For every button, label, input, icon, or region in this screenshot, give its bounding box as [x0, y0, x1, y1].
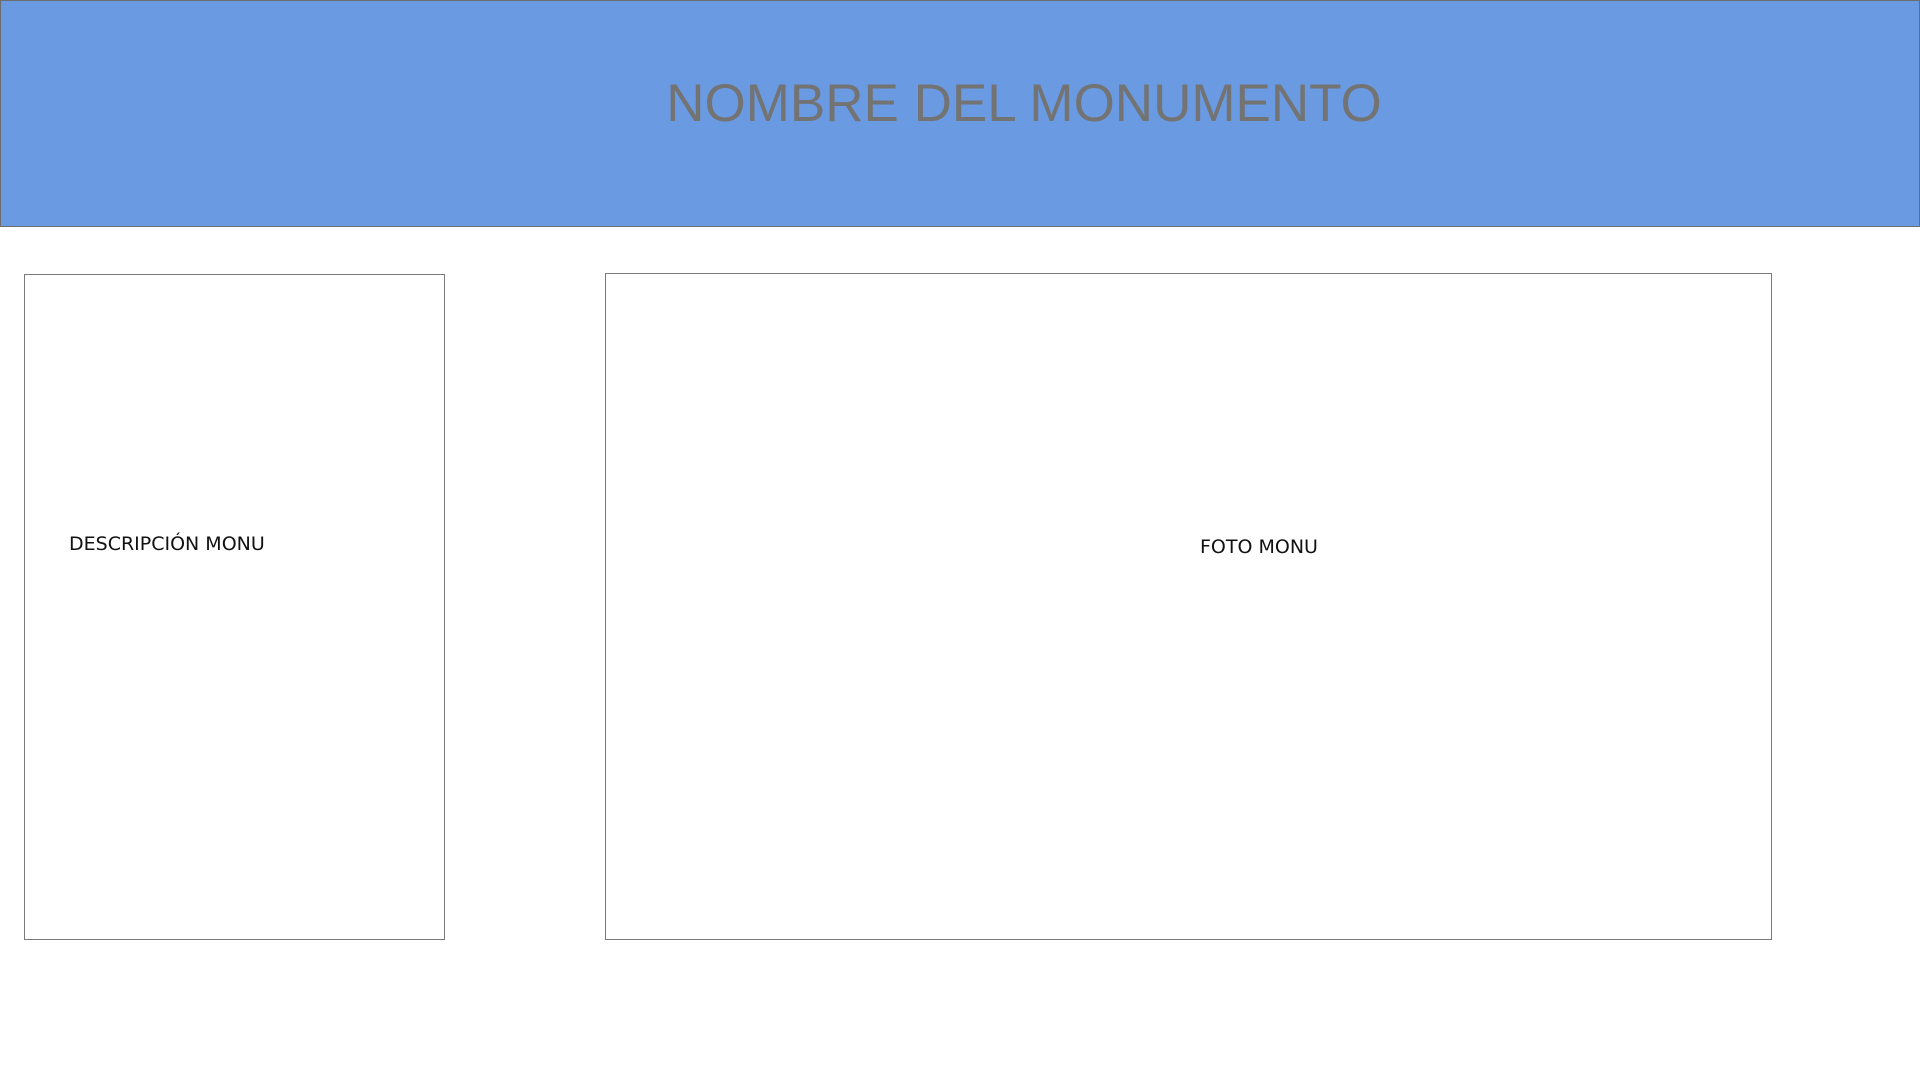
photo-placeholder: FOTO MONU	[605, 273, 1772, 940]
photo-label: FOTO MONU	[1200, 536, 1318, 558]
page: NOMBRE DEL MONUMENTO DESCRIPCIÓN MONU FO…	[0, 0, 1920, 1080]
description-label: DESCRIPCIÓN MONU	[69, 533, 265, 555]
header-banner: NOMBRE DEL MONUMENTO	[0, 0, 1920, 227]
page-title: NOMBRE DEL MONUMENTO	[666, 74, 1382, 133]
description-panel: DESCRIPCIÓN MONU	[24, 274, 445, 940]
